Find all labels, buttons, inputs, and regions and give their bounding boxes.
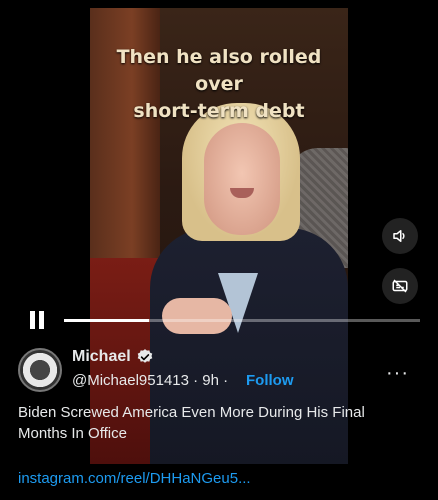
video-progress-fill — [64, 319, 150, 322]
follow-button[interactable]: Follow — [246, 372, 294, 389]
post-text: Biden Screwed America Even More During H… — [18, 404, 365, 442]
captions-button[interactable] — [382, 268, 418, 304]
video-caption-line2: short-term debt — [133, 100, 305, 122]
video-person-hand — [162, 298, 232, 334]
video-person-face — [204, 123, 280, 235]
mute-button[interactable] — [382, 218, 418, 254]
captions-off-icon — [392, 279, 408, 293]
author-name[interactable]: Michael — [72, 348, 131, 366]
more-options-button[interactable]: ··· — [386, 362, 409, 385]
pause-button[interactable] — [28, 311, 48, 331]
video-progress-bar[interactable] — [64, 319, 420, 322]
author-handle-time: @Michael951413 · 9h · — [72, 372, 229, 389]
post-link[interactable]: instagram.com/reel/DHHaNGeu5... — [18, 470, 251, 487]
verified-badge-icon — [137, 349, 153, 363]
post: Michael @Michael951413 · 9h · Follow ···… — [0, 344, 438, 500]
pause-icon — [30, 311, 35, 329]
video-caption: Then he also rolled over short-term debt — [90, 44, 348, 125]
video-caption-line1: Then he also rolled over — [116, 46, 322, 95]
pause-icon-bar — [39, 311, 44, 329]
avatar[interactable] — [18, 348, 62, 392]
speaker-icon — [393, 230, 405, 242]
